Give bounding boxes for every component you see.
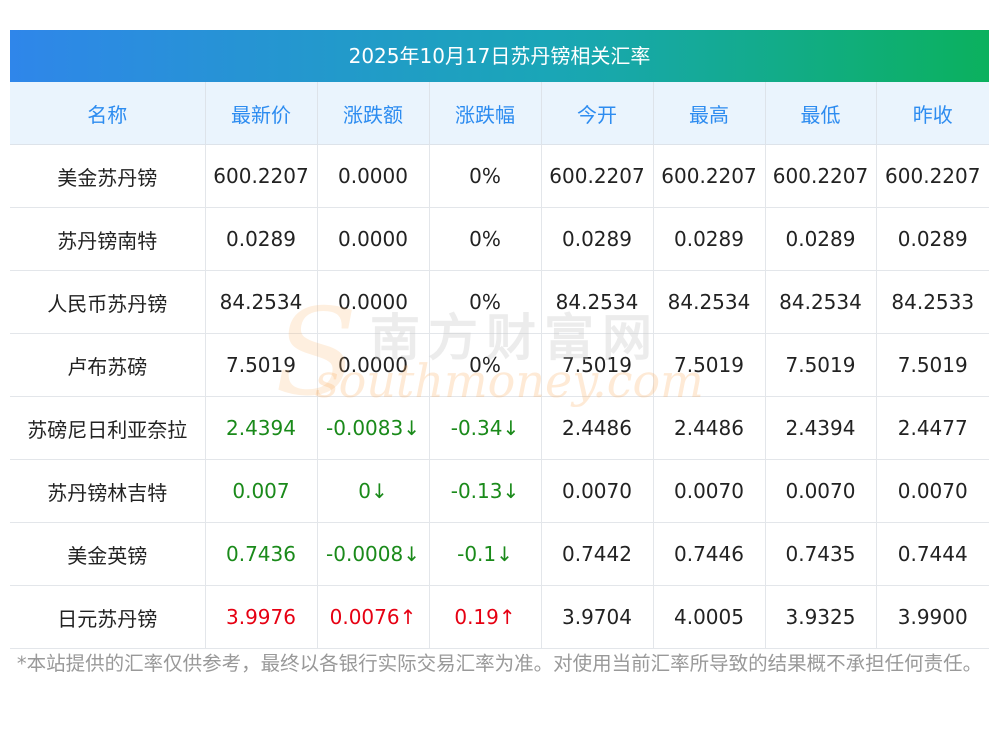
table-row: 苏磅尼日利亚奈拉 2.4394 -0.0083↓ -0.34↓ 2.4486 2.4486…	[10, 396, 989, 460]
cell-high: 4.0005	[653, 585, 766, 649]
cell-last: 3.9976	[205, 585, 318, 649]
cell-open: 0.0289	[541, 207, 654, 271]
cell-high: 600.2207	[653, 144, 766, 208]
cell-open: 7.5019	[541, 333, 654, 397]
cell-high: 2.4486	[653, 396, 766, 460]
cell-high: 7.5019	[653, 333, 766, 397]
cell-low: 7.5019	[765, 333, 877, 397]
header-low: 最低	[765, 82, 877, 145]
cell-last: 2.4394	[205, 396, 318, 460]
cell-change: 0.0000	[317, 207, 430, 271]
cell-name: 苏丹镑南特	[10, 207, 206, 271]
table-row: 苏丹镑林吉特 0.007 0↓ -0.13↓ 0.0070 0.0070 0.0070 0.0…	[10, 459, 989, 523]
cell-pct: 0%	[429, 144, 542, 208]
cell-change: 0.0000	[317, 144, 430, 208]
cell-pct: 0.19↑	[429, 585, 542, 649]
table-row: 美金苏丹镑 600.2207 0.0000 0% 600.2207 600.2207 600…	[10, 144, 989, 208]
table-title: 2025年10月17日苏丹镑相关汇率	[10, 30, 989, 82]
cell-low: 0.0070	[765, 459, 877, 523]
cell-prev: 7.5019	[876, 333, 989, 397]
cell-high: 84.2534	[653, 270, 766, 334]
cell-last: 0.7436	[205, 522, 318, 586]
table-row: 日元苏丹镑 3.9976 0.0076↑ 0.19↑ 3.9704 4.0005 3.932…	[10, 585, 989, 649]
cell-low: 600.2207	[765, 144, 877, 208]
cell-name: 苏丹镑林吉特	[10, 459, 206, 523]
cell-last: 0.007	[205, 459, 318, 523]
header-open: 今开	[541, 82, 654, 145]
cell-last: 0.0289	[205, 207, 318, 271]
cell-change: 0.0000	[317, 333, 430, 397]
cell-change: -0.0008↓	[317, 522, 430, 586]
header-pct: 涨跌幅	[429, 82, 542, 145]
cell-pct: -0.34↓	[429, 396, 542, 460]
rates-table: 名称 最新价 涨跌额 涨跌幅 今开 最高 最低 昨收 美金苏丹镑 600.2207…	[10, 82, 989, 649]
cell-pct: 0%	[429, 207, 542, 271]
cell-low: 0.0289	[765, 207, 877, 271]
cell-prev: 2.4477	[876, 396, 989, 460]
cell-pct: 0%	[429, 333, 542, 397]
cell-prev: 0.0289	[876, 207, 989, 271]
table-row: 人民币苏丹镑 84.2534 0.0000 0% 84.2534 84.2534 84.25…	[10, 270, 989, 334]
cell-prev: 600.2207	[876, 144, 989, 208]
cell-low: 0.7435	[765, 522, 877, 586]
cell-name: 美金英镑	[10, 522, 206, 586]
cell-prev: 0.7444	[876, 522, 989, 586]
cell-pct: -0.13↓	[429, 459, 542, 523]
cell-low: 84.2534	[765, 270, 877, 334]
cell-high: 0.7446	[653, 522, 766, 586]
cell-open: 600.2207	[541, 144, 654, 208]
cell-low: 3.9325	[765, 585, 877, 649]
table-row: 苏丹镑南特 0.0289 0.0000 0% 0.0289 0.0289 0.0289 0.0…	[10, 207, 989, 271]
cell-name: 卢布苏磅	[10, 333, 206, 397]
cell-change: 0↓	[317, 459, 430, 523]
cell-pct: -0.1↓	[429, 522, 542, 586]
cell-high: 0.0289	[653, 207, 766, 271]
header-last: 最新价	[205, 82, 318, 145]
cell-name: 苏磅尼日利亚奈拉	[10, 396, 206, 460]
header-change: 涨跌额	[317, 82, 430, 145]
cell-pct: 0%	[429, 270, 542, 334]
cell-name: 人民币苏丹镑	[10, 270, 206, 334]
cell-change: 0.0000	[317, 270, 430, 334]
header-prev: 昨收	[876, 82, 989, 145]
cell-open: 84.2534	[541, 270, 654, 334]
cell-name: 美金苏丹镑	[10, 144, 206, 208]
cell-last: 7.5019	[205, 333, 318, 397]
disclaimer: *本站提供的汇率仅供参考，最终以各银行实际交易汇率为准。对使用当前汇率所导致的结…	[16, 652, 983, 675]
cell-prev: 3.9900	[876, 585, 989, 649]
table-row: 卢布苏磅 7.5019 0.0000 0% 7.5019 7.5019 7.5019 7.50…	[10, 333, 989, 397]
rates-panel: 2025年10月17日苏丹镑相关汇率 名称 最新价 涨跌额 涨跌幅 今开 最高 …	[10, 30, 989, 649]
cell-high: 0.0070	[653, 459, 766, 523]
table-row: 美金英镑 0.7436 -0.0008↓ -0.1↓ 0.7442 0.7446 0.743…	[10, 522, 989, 586]
cell-prev: 0.0070	[876, 459, 989, 523]
cell-name: 日元苏丹镑	[10, 585, 206, 649]
cell-last: 84.2534	[205, 270, 318, 334]
header-high: 最高	[653, 82, 766, 145]
cell-open: 0.0070	[541, 459, 654, 523]
cell-open: 3.9704	[541, 585, 654, 649]
cell-open: 2.4486	[541, 396, 654, 460]
cell-low: 2.4394	[765, 396, 877, 460]
cell-prev: 84.2533	[876, 270, 989, 334]
cell-open: 0.7442	[541, 522, 654, 586]
cell-change: -0.0083↓	[317, 396, 430, 460]
cell-last: 600.2207	[205, 144, 318, 208]
cell-change: 0.0076↑	[317, 585, 430, 649]
header-name: 名称	[10, 82, 206, 145]
header-row: 名称 最新价 涨跌额 涨跌幅 今开 最高 最低 昨收	[10, 82, 989, 145]
